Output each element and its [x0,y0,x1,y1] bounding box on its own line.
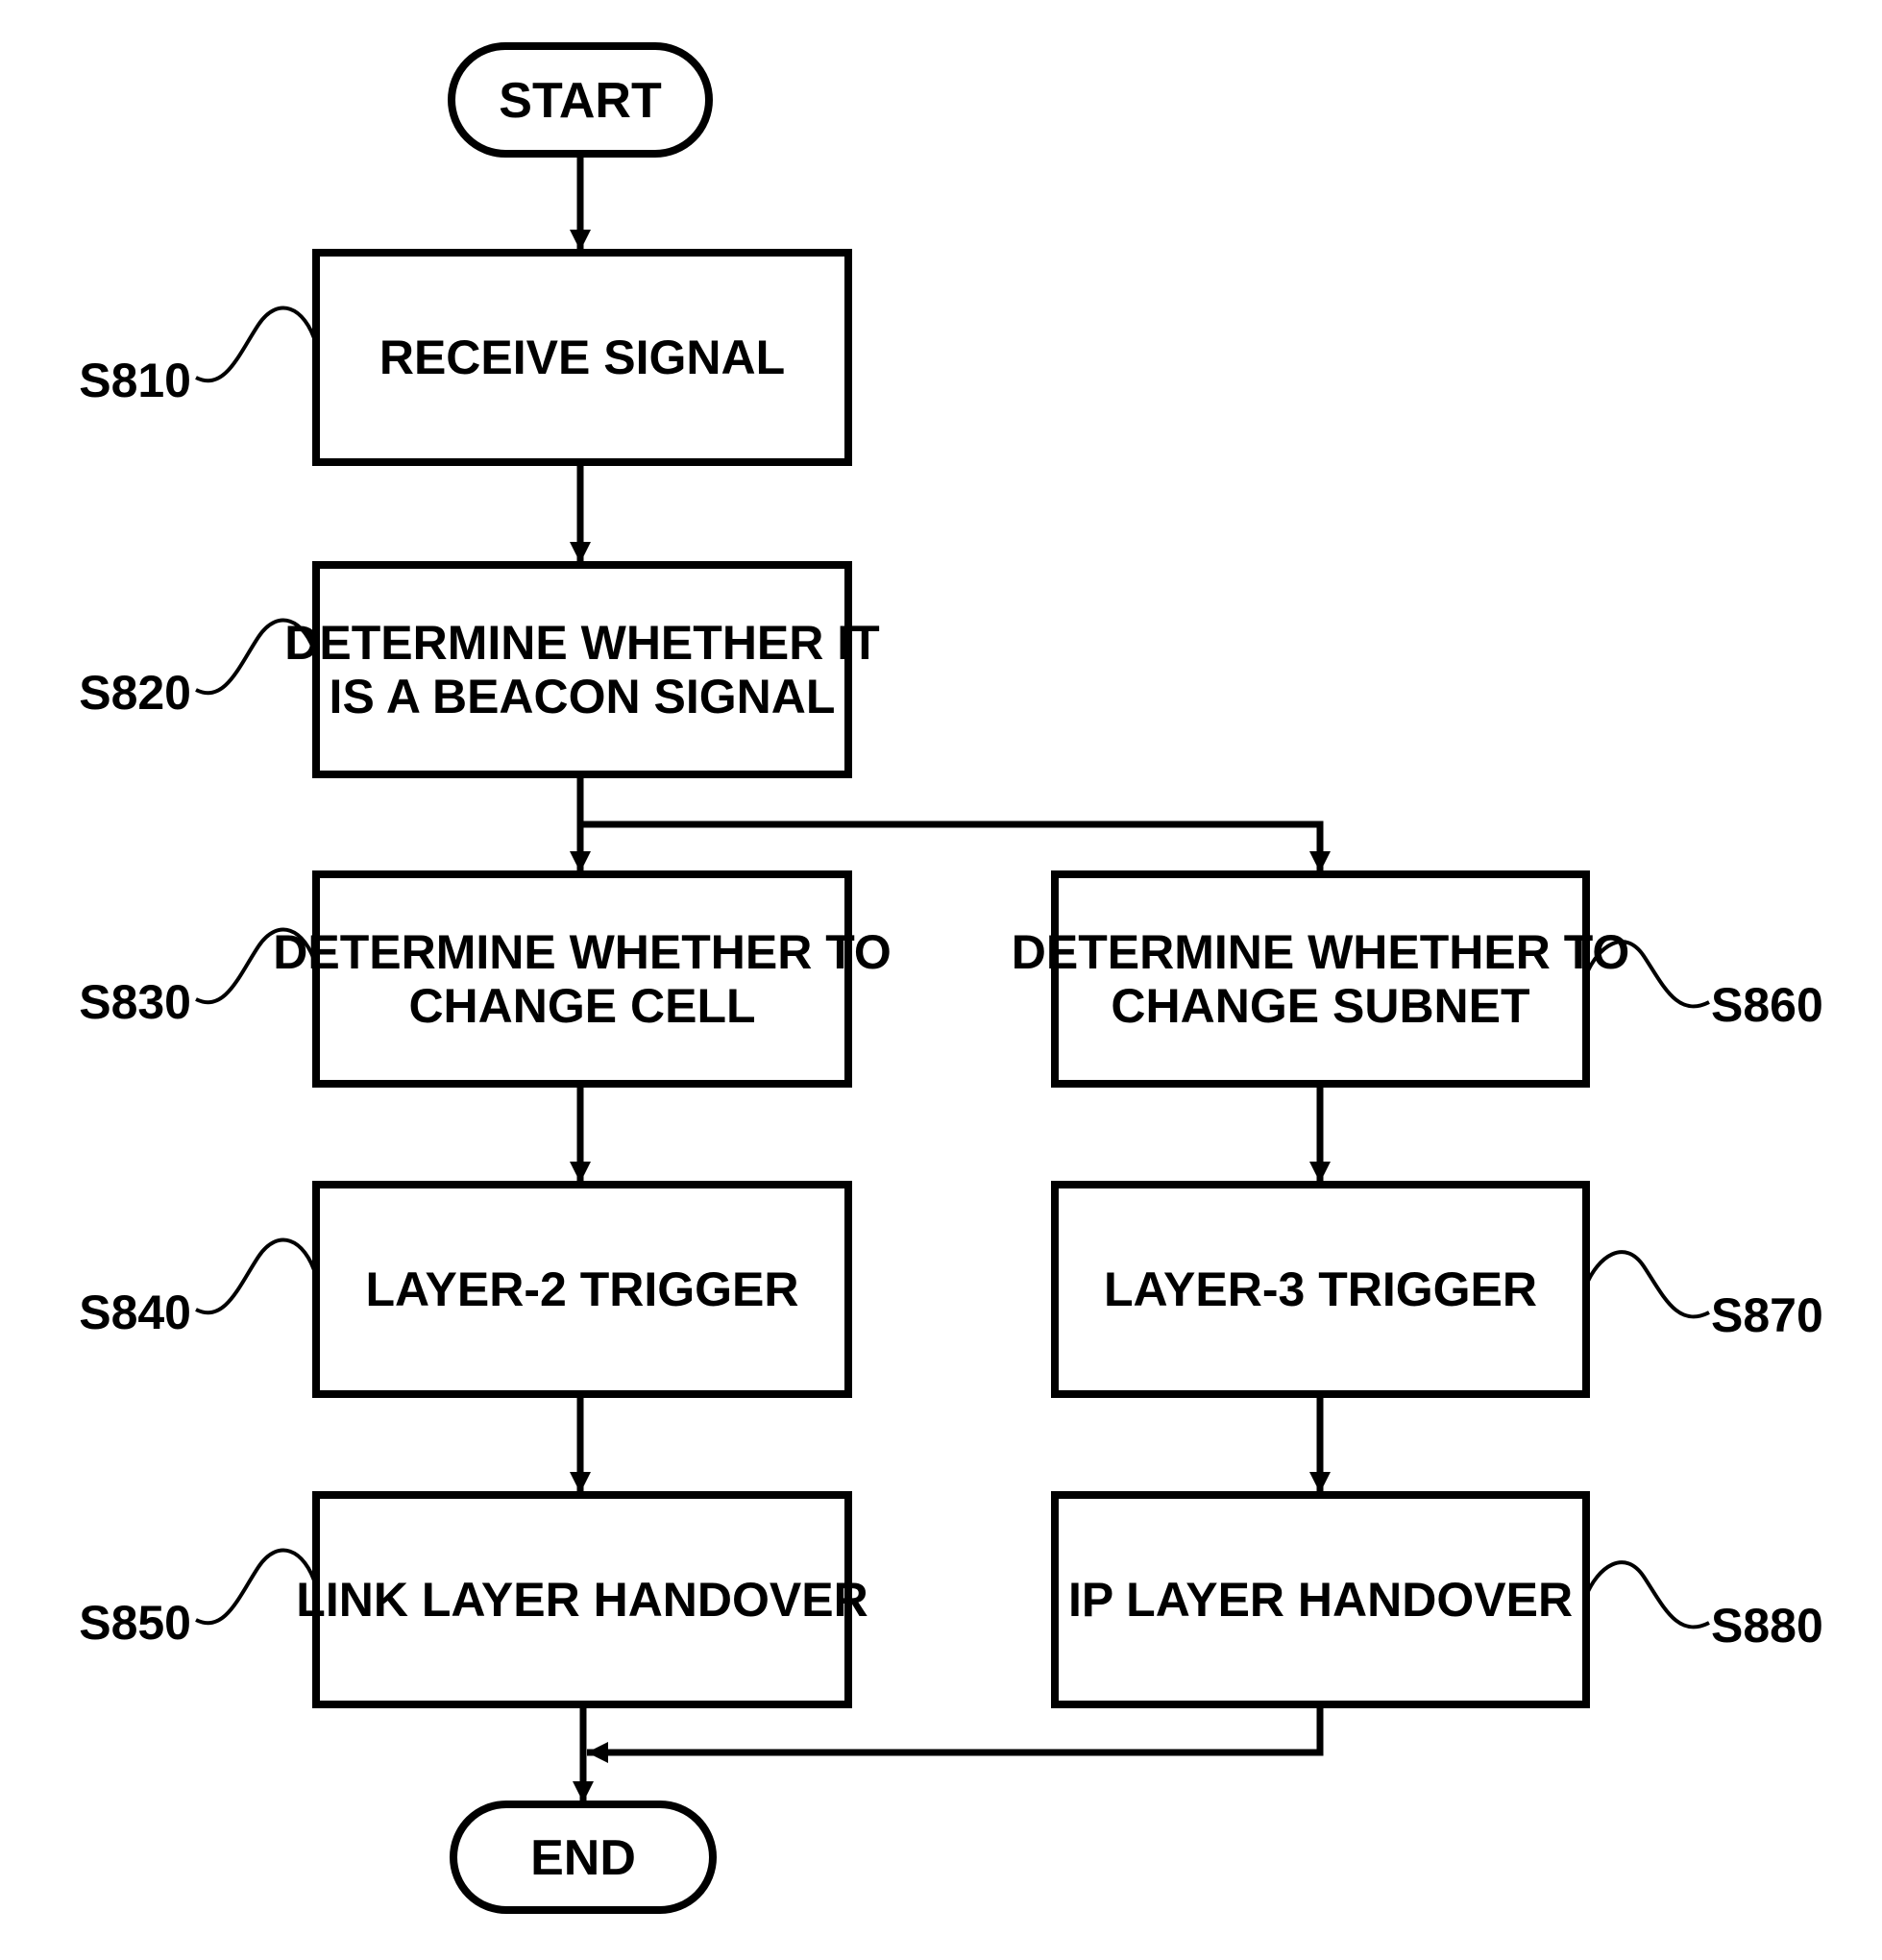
end-terminal: END [450,1801,717,1914]
step-reference-label: S830 [79,975,191,1029]
step-text-line: IP LAYER HANDOVER [1068,1573,1573,1627]
step-text-line: LAYER-3 TRIGGER [1104,1262,1537,1316]
step-reference-label: S860 [1711,978,1823,1032]
step-reference-label: S840 [79,1286,191,1339]
step-text-line: DETERMINE WHETHER TO [1012,925,1630,979]
steps-layer: RECEIVE SIGNAL S810 DETERMINE WHETHER ITIS… [79,249,1823,1708]
step-reference-label: S820 [79,666,191,720]
step-box-s830: DETERMINE WHETHER TOCHANGE CELL S830 [79,870,892,1088]
step-text-line: CHANGE CELL [408,979,755,1033]
step-text-line: LAYER-2 TRIGGER [365,1262,798,1316]
end-label: END [530,1830,636,1886]
leader-line-icon [195,306,318,383]
step-reference-label: S810 [79,354,191,407]
start-label: START [499,73,662,129]
step-text-line: IS A BEACON SIGNAL [330,670,836,723]
step-box-s880: IP LAYER HANDOVER S880 [1051,1491,1823,1708]
start-terminal: START [448,42,713,158]
step-box-s850: LINK LAYER HANDOVER S850 [79,1491,868,1708]
step-box-s820: DETERMINE WHETHER ITIS A BEACON SIGNAL S8… [79,561,880,778]
step-box-s860: DETERMINE WHETHER TOCHANGE SUBNET S860 [1012,870,1823,1088]
step-text-line: LINK LAYER HANDOVER [296,1573,868,1627]
step-box-s810: RECEIVE SIGNAL S810 [79,249,852,466]
flowchart: START END RECEIVE SIGNAL S810 DETERMINE WH… [79,42,1823,1914]
step-box-s870: LAYER-3 TRIGGER S870 [1051,1181,1823,1398]
step-text-line: DETERMINE WHETHER TO [273,925,892,979]
step-reference-label: S850 [79,1596,191,1650]
step-text-line: CHANGE SUBNET [1111,979,1529,1033]
leader-line-icon [1584,1560,1710,1629]
edge-s820-s860 [580,821,1331,872]
step-text-line: RECEIVE SIGNAL [379,331,785,384]
leader-line-icon [195,1237,318,1315]
leader-line-icon [1584,1250,1710,1319]
step-box-s840: LAYER-2 TRIGGER S840 [79,1181,852,1398]
step-reference-label: S880 [1711,1599,1823,1653]
edge-s880-end [587,1703,1324,1763]
step-reference-label: S870 [1711,1288,1823,1342]
step-text-line: DETERMINE WHETHER IT [284,616,879,670]
